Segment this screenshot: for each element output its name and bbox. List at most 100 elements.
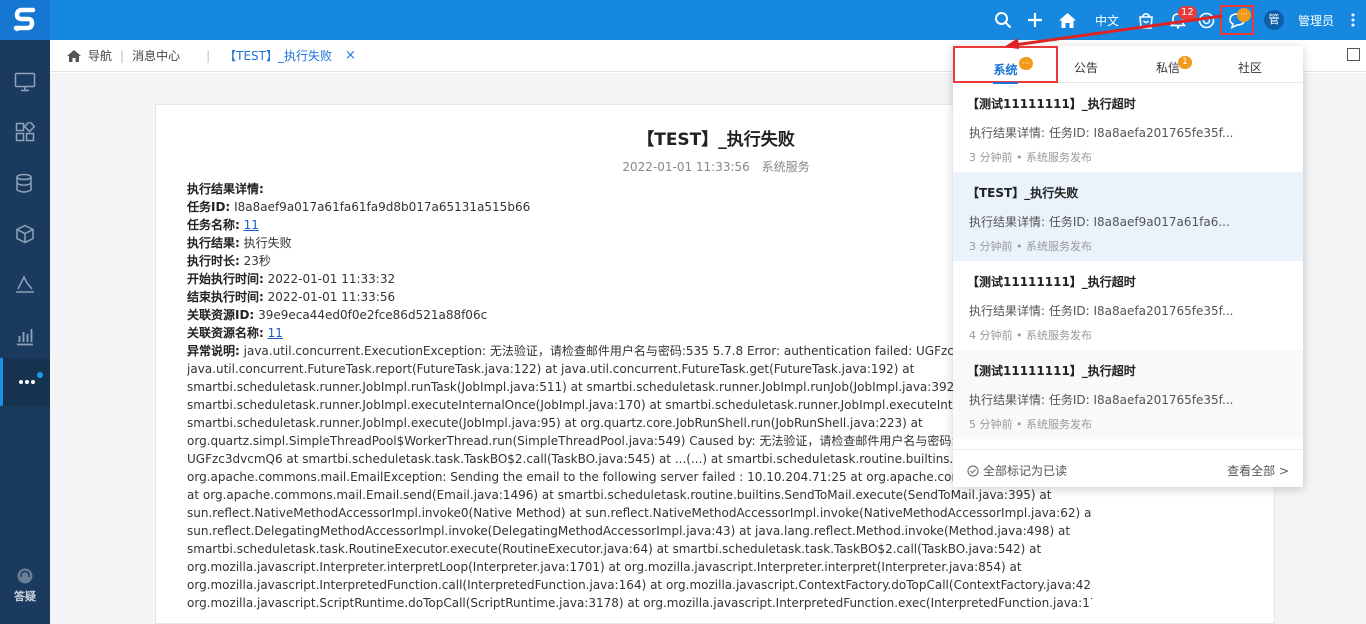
detail-label: 开始执行时间: [187,272,264,286]
detail-label: 执行时长: [187,254,240,268]
avatar: 管 [1264,10,1284,30]
tab-private-message-badge: 1 [1178,56,1192,69]
sidebar-item-desktop[interactable] [0,58,50,106]
tab-message-detail[interactable]: 【TEST】_执行失败 × [224,47,356,64]
notification-title: 【测试11111111】_执行超时 [967,275,1136,289]
error-line: org.mozilla.javascript.InterpretedFuncti… [187,578,1092,592]
error-line: java.util.concurrent.ExecutionException:… [243,344,995,358]
panel-toggle-box[interactable] [1347,48,1360,61]
more-horizontal-icon [18,380,35,384]
mark-all-read-button[interactable]: 全部标记为已读 [967,462,1067,479]
app-logo[interactable] [0,0,50,40]
detail-value: 39e9eca44ed0f0e2fce86d521a88f06c [258,308,488,322]
detail-label: 结束执行时间: [187,290,264,304]
error-line: at org.apache.commons.mail.Email.send(Em… [187,488,1052,502]
error-line: sun.reflect.NativeMethodAccessorImpl.inv… [187,506,1092,520]
message-badge: ··· [1237,8,1251,22]
cube-icon [16,224,34,244]
tab-announcement-label: 公告 [1073,61,1098,75]
apps-icon [15,122,35,142]
error-line: org.mozilla.javascript.Interpreter.inter… [187,560,1022,574]
annotation-arrow [1004,14,1223,49]
notification-item[interactable]: 【测试11111111】_执行超时 执行结果详情: 任务ID: I8a8aefa… [953,350,1303,439]
sidebar-item-more[interactable] [0,358,50,406]
message-panel: 系统 ··· 公告 私信 1 社区 【测试11111111】_执行超时 执行结果… [953,46,1303,487]
user-menu[interactable]: 管理员 [1292,0,1340,40]
tab-system-label: 系统 [993,63,1018,84]
tab-close-icon[interactable]: × [345,48,356,63]
detail-value: I8a8aef9a017a61fa61fa9d8b017a65131a515b6… [234,200,531,214]
breadcrumb-message-center-label: 消息中心 [132,49,181,63]
detail-value: 23秒 [243,254,271,268]
notification-time: 3 分钟前 • 系统服务发布 [969,240,1092,253]
sidebar-item-apps[interactable] [0,108,50,156]
sidebar: 答疑 [0,40,50,624]
tab-system-badge: ··· [1019,57,1033,70]
notification-desc: 执行结果详情: 任务ID: I8a8aefa201765fe35f... [969,304,1234,318]
sidebar-item-models[interactable] [0,210,50,258]
detail-label: 关联资源ID: [187,308,255,322]
tab-private-message-label: 私信 [1155,61,1180,75]
detail-label: 任务名称: [187,218,240,232]
help-label: 答疑 [14,589,36,603]
tab-private-message[interactable]: 私信 1 [1127,46,1209,83]
detail-label: 任务ID: [187,200,231,214]
headset-icon [17,568,33,583]
tab-system[interactable]: 系统 ··· [953,46,1058,84]
breadcrumb-separator: | [120,48,125,63]
error-line: sun.reflect.DelegatingMethodAccessorImpl… [187,524,1071,538]
notification-title: 【TEST】_执行失败 [967,186,1079,200]
mark-all-read-label: 全部标记为已读 [983,464,1068,478]
notification-item[interactable]: 【测试11111111】_执行超时 执行结果详情: 任务ID: I8a8aefa… [953,83,1303,172]
detail-value: 2022-01-01 11:33:32 [267,272,396,286]
notification-time: 3 分钟前 • 系统服务发布 [969,151,1092,164]
detail-label: 关联资源名称: [187,326,264,340]
notification-item[interactable]: 【测试11111111】_执行超时 执行结果详情: 任务ID: I8a8aefa… [953,261,1303,350]
logo-icon [13,7,36,32]
tab-community-label: 社区 [1237,61,1262,75]
home-icon [67,49,81,62]
new-dot [37,372,43,378]
notification-time: 5 分钟前 • 系统服务发布 [969,418,1092,431]
notification-desc: 执行结果详情: 任务ID: I8a8aef9a017a61fa6... [969,215,1230,229]
breadcrumb-message-center[interactable]: 消息中心 [132,47,180,64]
pen-chart-icon [16,275,34,293]
more-menu-button[interactable] [1340,0,1366,40]
message-panel-footer: 全部标记为已读 查看全部 > [953,449,1303,487]
sidebar-item-analysis[interactable] [0,260,50,308]
user-avatar-button[interactable]: 管 [1256,0,1292,40]
check-circle-icon [967,464,979,477]
detail-value: 2022-01-01 11:33:56 [267,290,396,304]
sidebar-item-reports[interactable] [0,312,50,360]
message-sender: 系统服务 [761,160,810,174]
database-icon [16,173,32,193]
notification-desc: 执行结果详情: 任务ID: I8a8aefa201765fe35f... [969,126,1234,140]
error-line: org.mozilla.javascript.ScriptRuntime.doT… [187,596,1092,610]
notification-title: 【测试11111111】_执行超时 [967,97,1136,111]
sidebar-item-help[interactable]: 答疑 [0,560,50,610]
notification-title: 【测试11111111】_执行超时 [967,364,1136,378]
message-panel-tabs: 系统 ··· 公告 私信 1 社区 [953,46,1303,84]
message-date: 2022-01-01 11:33:56 [622,160,750,174]
error-line: smartbi.scheduletask.task.RoutineExecuto… [187,542,1042,556]
detail-label: 执行结果详情: [187,182,264,196]
sidebar-item-data[interactable] [0,160,50,208]
notification-desc: 执行结果详情: 任务ID: I8a8aefa201765fe35f... [969,393,1234,407]
detail-value: 执行失败 [243,236,292,250]
bar-chart-icon [17,329,33,346]
breadcrumb-nav-label: 导航 [88,49,113,63]
view-all-link[interactable]: 查看全部 > [1227,462,1289,479]
tab-community[interactable]: 社区 [1209,46,1291,83]
notification-time: 4 分钟前 • 系统服务发布 [969,329,1092,342]
error-label: 异常说明: [187,344,240,358]
tab-announcement[interactable]: 公告 [1045,46,1127,83]
tab-separator: | [206,48,211,63]
more-vertical-icon [1351,13,1355,27]
breadcrumb-nav[interactable]: 导航 [66,47,112,64]
detail-label: 执行结果: [187,236,240,250]
detail-link[interactable]: 11 [244,218,259,232]
monitor-icon [14,72,36,92]
detail-link[interactable]: 11 [268,326,283,340]
notification-item-selected[interactable]: 【TEST】_执行失败 执行结果详情: 任务ID: I8a8aef9a017a6… [953,172,1303,261]
tab-message-detail-label: 【TEST】_执行失败 [224,49,332,63]
